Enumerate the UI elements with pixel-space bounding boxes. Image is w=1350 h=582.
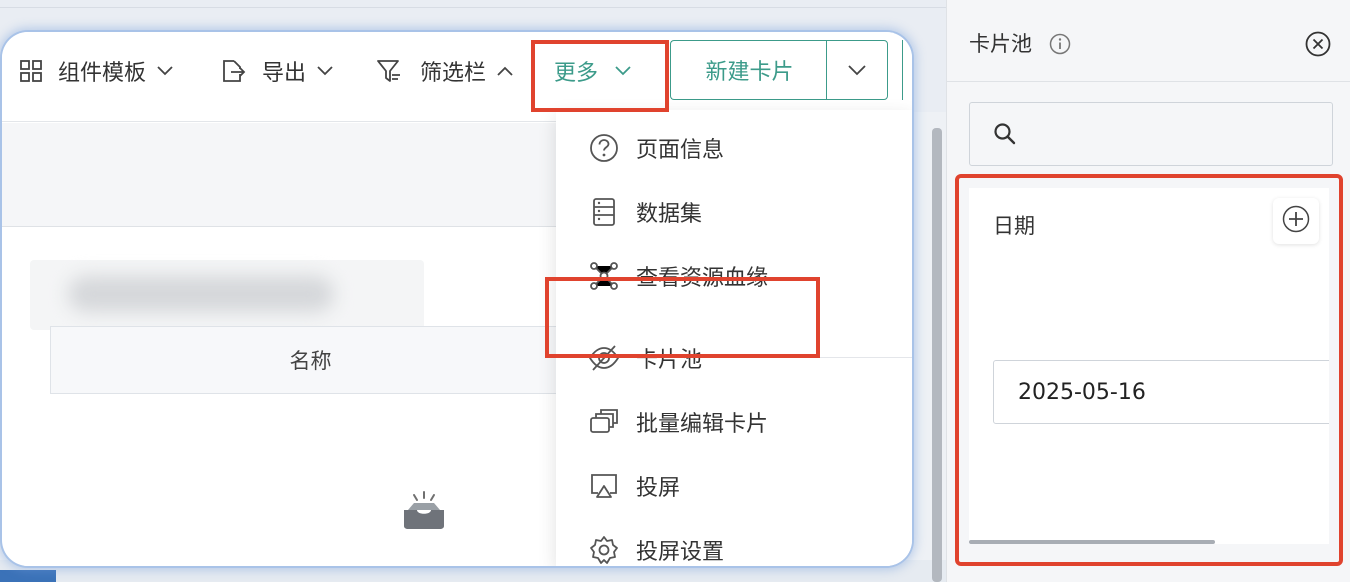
menu-item-label: 数据集 <box>636 202 703 227</box>
card-pool-panel: 卡片池 日期 2025-05-16 <box>946 0 1350 582</box>
export-button[interactable]: 导出 <box>220 56 334 86</box>
new-card-dropdown-button[interactable] <box>826 40 888 100</box>
divider <box>0 7 946 8</box>
search-icon <box>992 121 1018 147</box>
menu-item-page-info[interactable]: 页面信息 <box>556 116 912 180</box>
screencast-icon <box>588 470 620 502</box>
more-button[interactable]: 更多 <box>554 56 632 86</box>
chevron-down-icon <box>316 65 334 77</box>
more-dropdown-menu: 页面信息 数据集 查看资源血缘 卡片池 批量编辑卡片 投屏 投屏设置 <box>556 110 912 566</box>
new-card-button[interactable]: 新建卡片 <box>670 40 828 100</box>
zoomed-dashboard-card: 组件模板 导出 筛选栏 更多 新建卡片 名称 页面信息 数据集 查看资源血缘 卡… <box>2 32 912 566</box>
menu-item-batch-edit[interactable]: 批量编辑卡片 <box>556 390 912 454</box>
menu-item-label: 投屏设置 <box>636 540 725 565</box>
panel-header: 卡片池 <box>947 0 1350 82</box>
blurred-widget-title <box>68 276 334 312</box>
menu-item-screencast[interactable]: 投屏 <box>556 454 912 518</box>
toolbar-edge-button[interactable] <box>902 40 912 100</box>
batch-edit-icon <box>588 406 620 438</box>
filter-bar-label: 筛选栏 <box>420 61 487 86</box>
chevron-down-icon <box>847 61 867 80</box>
export-icon <box>220 58 246 84</box>
menu-item-label: 查看资源血缘 <box>636 266 769 291</box>
lineage-icon <box>588 260 620 292</box>
menu-item-label: 投屏 <box>636 476 681 501</box>
export-label: 导出 <box>262 61 307 86</box>
chevron-up-icon <box>496 65 514 77</box>
filter-bar-button[interactable]: 筛选栏 <box>376 56 514 86</box>
date-input[interactable]: 2025-05-16 <box>993 360 1329 424</box>
panel-title: 卡片池 <box>969 32 1032 56</box>
filter-icon <box>376 58 402 84</box>
chevron-down-icon <box>156 65 174 77</box>
close-icon[interactable] <box>1305 31 1331 57</box>
active-tab-indicator <box>0 570 56 582</box>
eye-off-icon <box>588 342 620 374</box>
gear-icon <box>588 534 620 566</box>
page-scrollbar[interactable] <box>932 128 942 582</box>
menu-item-label: 批量编辑卡片 <box>636 412 769 437</box>
chevron-down-icon <box>614 65 632 77</box>
search-input[interactable] <box>969 102 1333 166</box>
grid-icon <box>18 58 44 84</box>
component-templates-button[interactable]: 组件模板 <box>18 56 174 86</box>
horizontal-scrollbar[interactable] <box>969 540 1215 544</box>
info-icon[interactable] <box>1049 33 1071 55</box>
question-circle-icon <box>588 132 620 164</box>
menu-divider <box>556 357 912 358</box>
more-label: 更多 <box>554 61 599 86</box>
menu-item-dataset[interactable]: 数据集 <box>556 180 912 244</box>
component-templates-label: 组件模板 <box>58 61 147 86</box>
menu-item-card-pool[interactable]: 卡片池 <box>556 326 912 390</box>
plus-icon <box>1282 205 1310 237</box>
menu-item-lineage[interactable]: 查看资源血缘 <box>556 244 912 308</box>
date-card: 日期 2025-05-16 <box>969 188 1329 544</box>
menu-item-label: 卡片池 <box>636 348 703 373</box>
dashboard-toolbar: 组件模板 导出 筛选栏 更多 新建卡片 <box>2 32 912 122</box>
menu-item-label: 页面信息 <box>636 138 725 163</box>
empty-inbox-icon <box>400 490 448 530</box>
date-card-label: 日期 <box>993 214 1035 238</box>
menu-item-screencast-settings[interactable]: 投屏设置 <box>556 518 912 566</box>
table-header-name: 名称 <box>50 326 570 394</box>
add-card-button[interactable] <box>1273 198 1319 244</box>
dataset-icon <box>588 196 620 228</box>
